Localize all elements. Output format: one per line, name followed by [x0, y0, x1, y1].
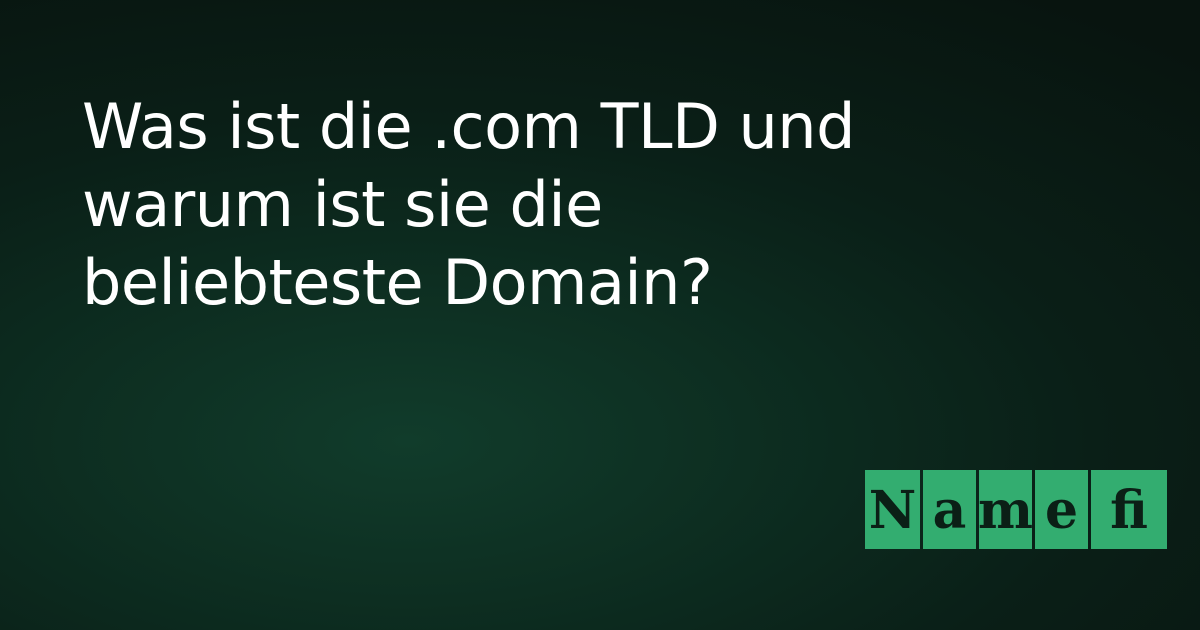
logo-tile-a: a	[923, 470, 976, 549]
logo-tile-m: m	[978, 470, 1033, 549]
title-line-2: warum ist sie die	[82, 168, 603, 241]
namefi-logo: N a m e fi	[865, 470, 1167, 549]
logo-tile-e: e	[1035, 470, 1088, 549]
logo-tile-n: N	[865, 470, 920, 549]
title-line-3: beliebteste Domain?	[82, 246, 713, 319]
title-line-1: Was ist die .com TLD und	[82, 90, 855, 163]
logo-tile-fi: fi	[1091, 470, 1167, 549]
article-title: Was ist die .com TLD und warum ist sie d…	[82, 88, 982, 322]
